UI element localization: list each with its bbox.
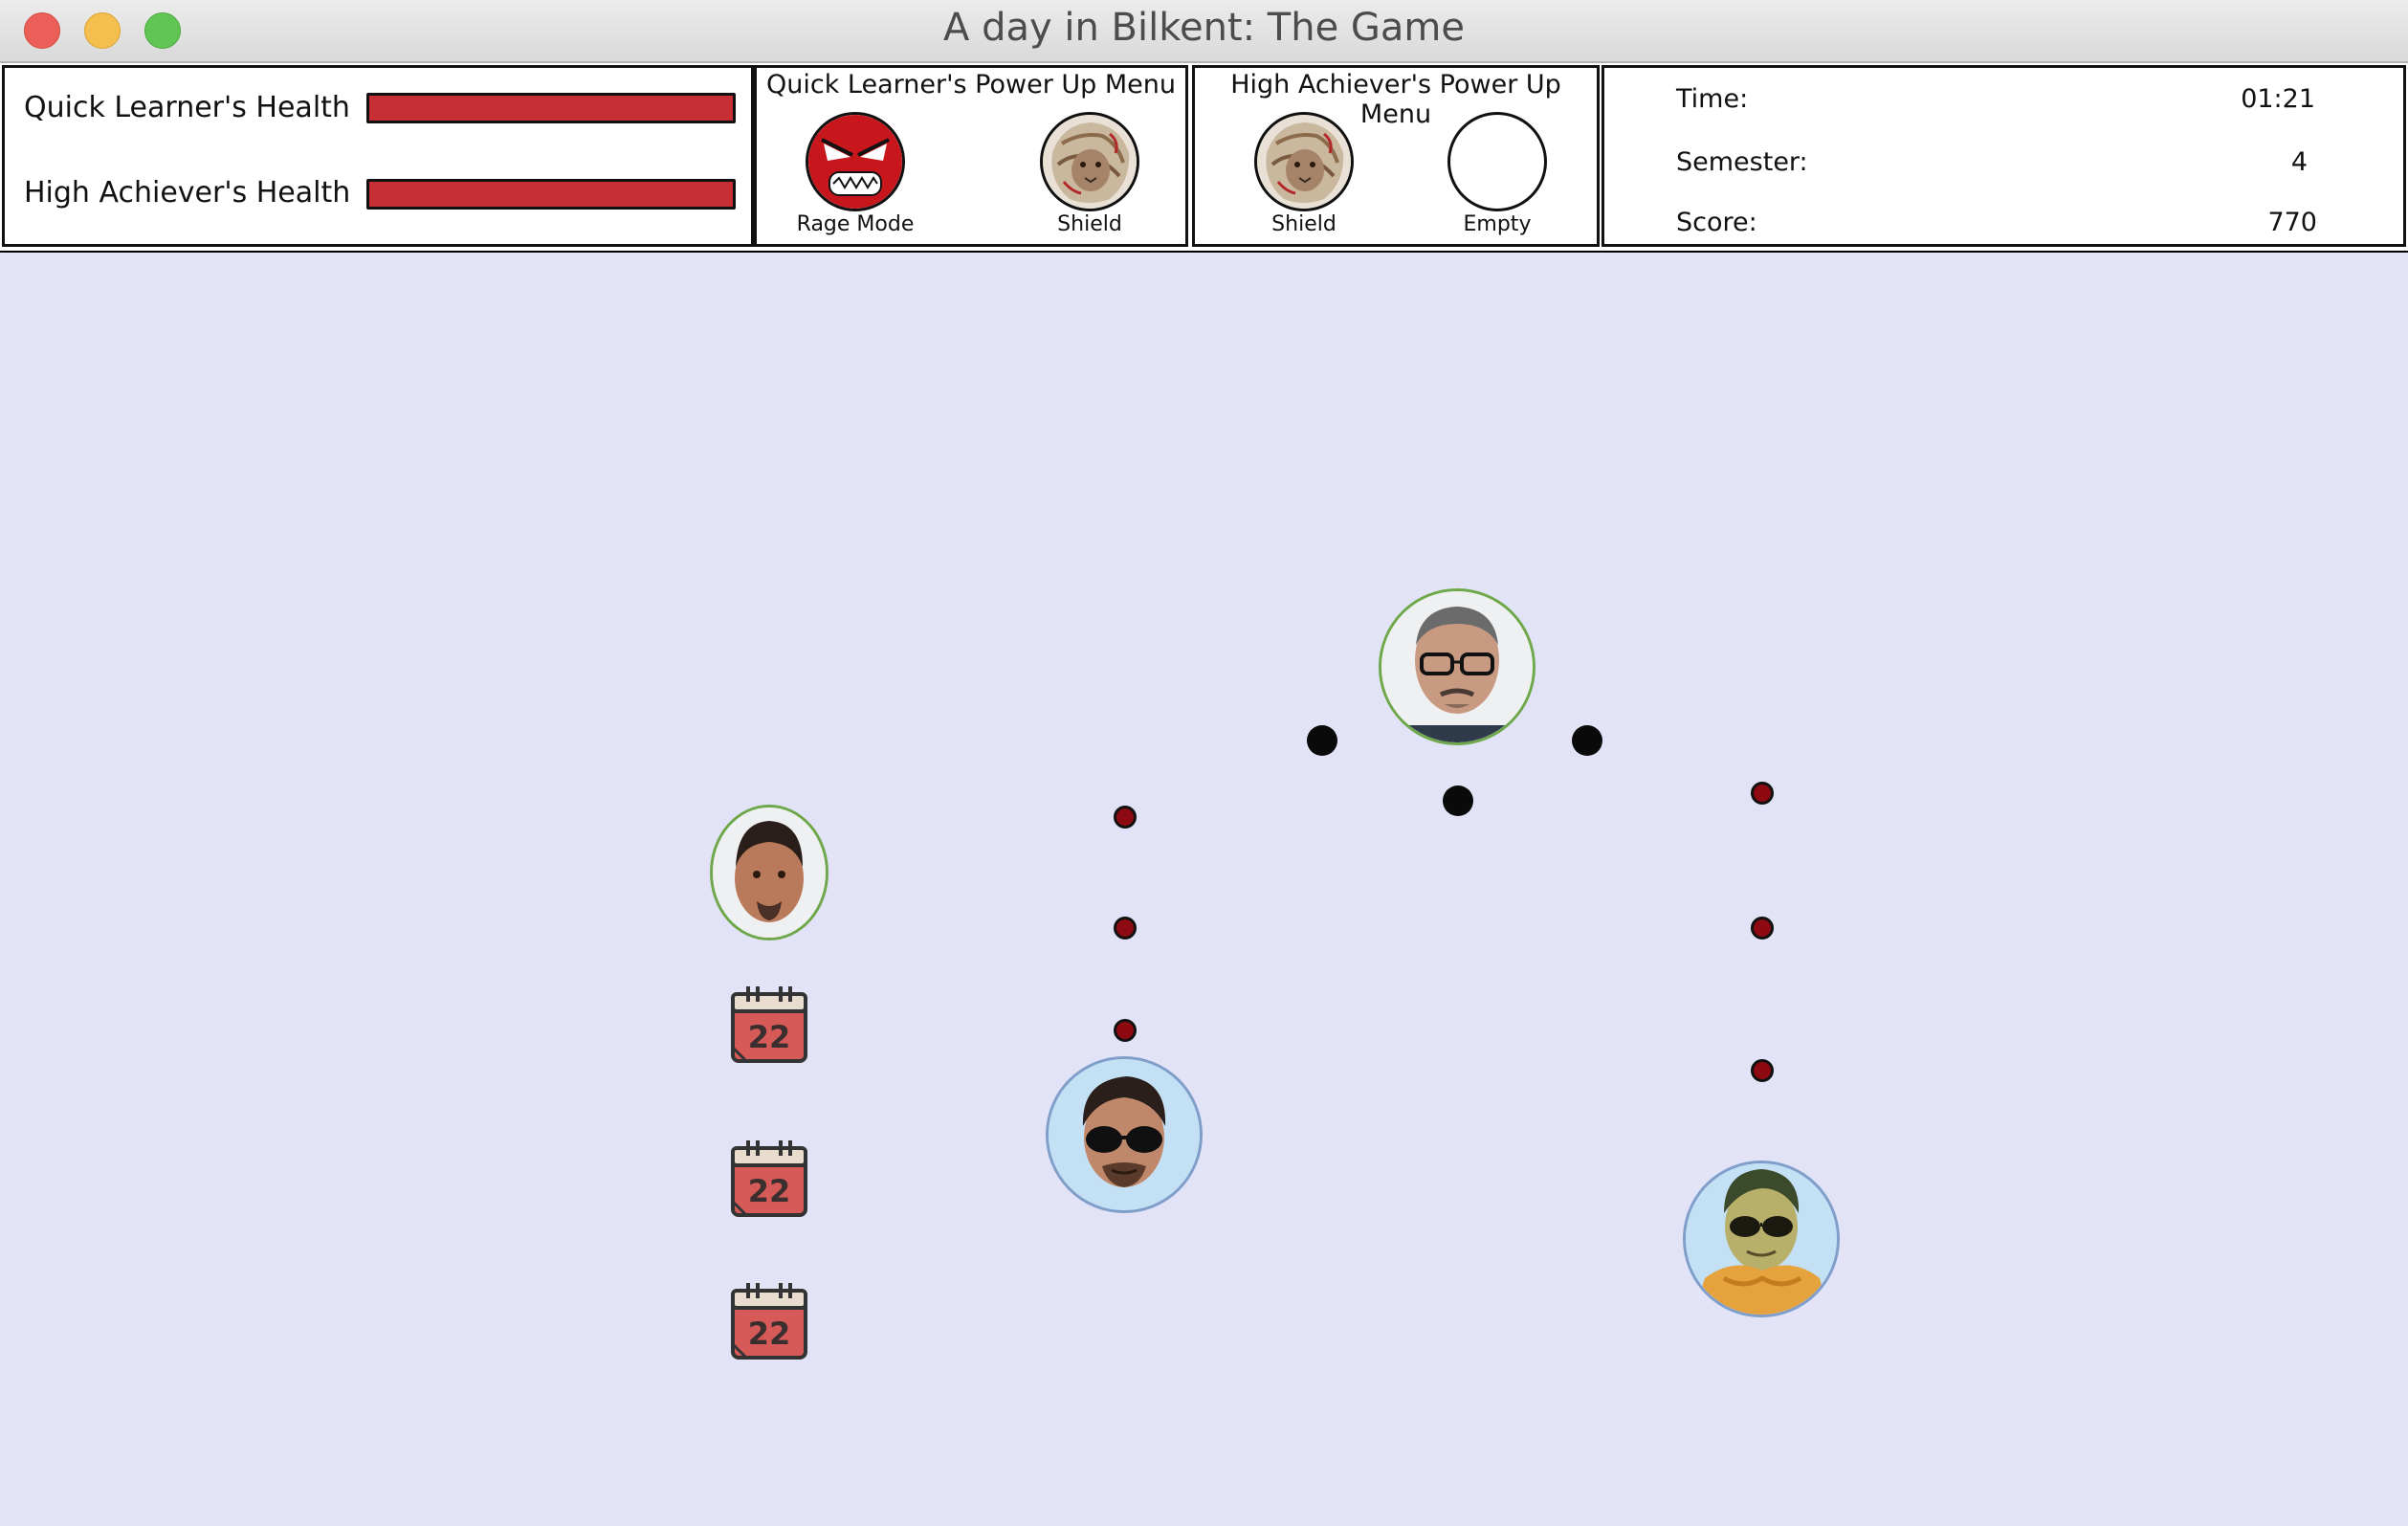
semester-label: Semester: (1676, 147, 1808, 177)
player-high-achiever[interactable] (1683, 1161, 1840, 1317)
empty-slot-icon (1447, 112, 1547, 211)
player-bullet (1114, 806, 1137, 829)
player-bullet (1114, 917, 1137, 940)
ha-slot-empty[interactable]: Empty (1430, 112, 1564, 236)
time-value: 01:21 (2241, 84, 2315, 114)
ha-slot-empty-label: Empty (1463, 212, 1532, 236)
enemy-bullet (1443, 785, 1473, 816)
ha-slot-shield-label: Shield (1271, 212, 1337, 236)
score-label: Score: (1676, 208, 1757, 237)
player-bullet (1751, 1059, 1774, 1082)
shield-lion-icon (1040, 112, 1139, 211)
quick-learner-menu-title: Quick Learner's Power Up Menu (765, 70, 1176, 100)
calendar-pickup: 22 (729, 1139, 809, 1219)
time-label: Time: (1676, 84, 1749, 114)
semester-value: 4 (2290, 147, 2308, 177)
rage-face-icon (806, 112, 905, 211)
player-quick-learner[interactable] (1046, 1056, 1203, 1213)
calendar-pickup: 22 (729, 984, 809, 1065)
game-window: A day in Bilkent: The Game Quick Learner… (0, 0, 2408, 1526)
quick-learner-health-label: Quick Learner's Health (24, 91, 350, 124)
hud: Quick Learner's Health High Achiever's H… (0, 63, 2408, 253)
enemy-bullet (1307, 725, 1337, 756)
high-achiever-health-fill (369, 182, 733, 207)
enemy-student (710, 805, 828, 940)
title-bar: A day in Bilkent: The Game (0, 0, 2408, 63)
quick-learner-health-fill (369, 96, 733, 121)
player-bullet (1114, 1019, 1137, 1042)
calendar-number: 22 (748, 1173, 791, 1209)
calendar-number: 22 (748, 1019, 791, 1055)
high-achiever-health-bar (366, 179, 736, 210)
ha-slot-shield[interactable]: Shield (1237, 112, 1371, 236)
quick-learner-health-bar (366, 93, 736, 123)
ql-slot-rage-mode-label: Rage Mode (796, 212, 915, 236)
ql-slot-shield-label: Shield (1057, 212, 1122, 236)
health-panel: Quick Learner's Health High Achiever's H… (2, 65, 754, 247)
shield-lion-icon (1254, 112, 1354, 211)
score-value: 770 (2267, 208, 2317, 237)
calendar-pickup: 22 (729, 1281, 809, 1361)
ql-slot-rage-mode[interactable]: Rage Mode (788, 112, 922, 236)
ql-slot-shield[interactable]: Shield (1023, 112, 1157, 236)
high-achiever-power-up-menu: High Achiever's Power Up Menu Shield Emp… (1192, 65, 1600, 247)
enemy-bullet (1572, 725, 1602, 756)
player-bullet (1751, 917, 1774, 940)
enemy-professor (1379, 588, 1535, 745)
high-achiever-health-label: High Achiever's Health (24, 176, 351, 210)
game-field: 22 22 22 (0, 253, 2408, 1526)
calendar-number: 22 (748, 1316, 791, 1352)
stats-panel: Time: 01:21 Semester: 4 Score: 770 (1602, 65, 2406, 247)
window-title: A day in Bilkent: The Game (943, 6, 1465, 50)
quick-learner-power-up-menu: Quick Learner's Power Up Menu Rage Mode (754, 65, 1188, 247)
player-bullet (1751, 782, 1774, 805)
